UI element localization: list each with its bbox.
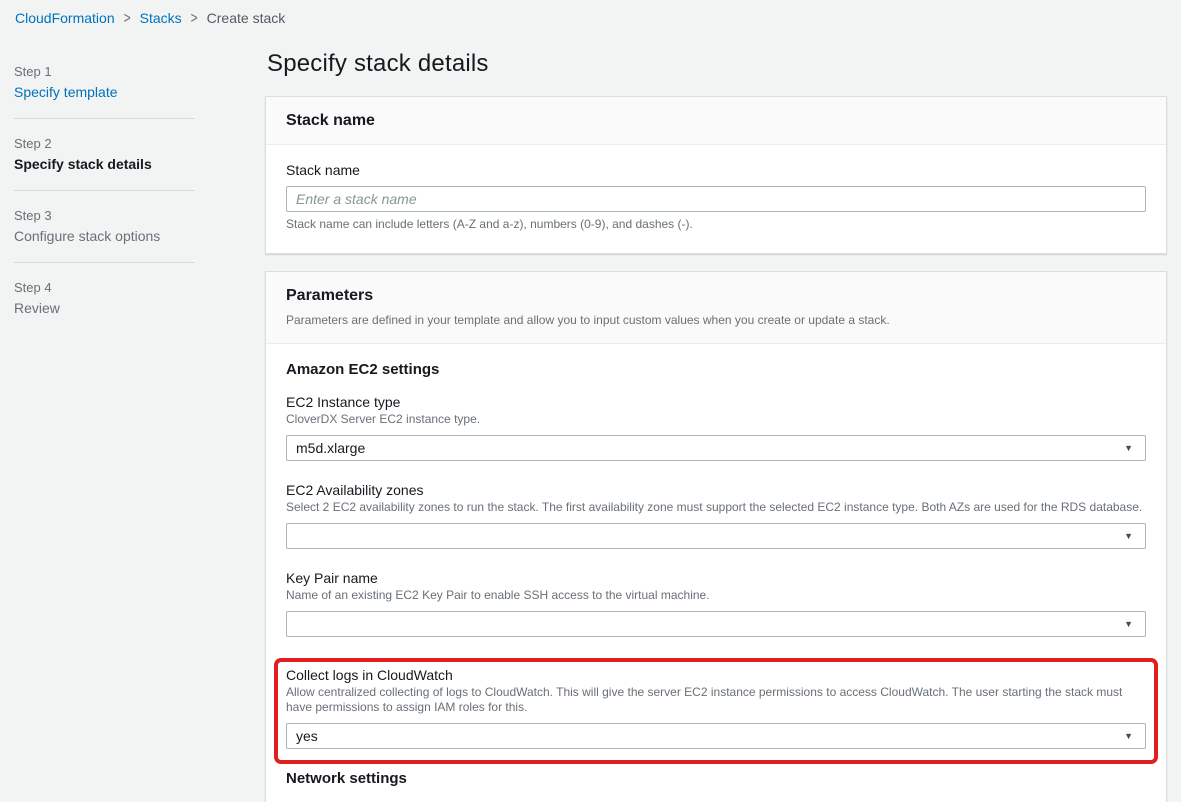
stack-name-help-text: Stack name can include letters (A-Z and … — [286, 217, 1146, 231]
breadcrumb-link-stacks[interactable]: Stacks — [140, 10, 182, 26]
stack-name-card-title: Stack name — [286, 112, 1146, 130]
field-key-pair-name: Key Pair name Name of an existing EC2 Ke… — [286, 570, 1146, 637]
steps-nav-item-review: Review — [14, 300, 195, 316]
ec2-availability-zones-select[interactable]: ▼ — [286, 523, 1146, 549]
breadcrumb-current: Create stack — [207, 10, 286, 26]
ec2-instance-type-label: EC2 Instance type — [286, 394, 1146, 410]
step-number: Step 4 — [14, 280, 195, 295]
network-settings-section-title: Network settings — [286, 770, 1146, 787]
field-ec2-instance-type: EC2 Instance type CloverDX Server EC2 in… — [286, 394, 1146, 461]
steps-nav-step-3: Step 3 Configure stack options — [14, 208, 195, 244]
stack-name-card-body: Stack name Stack name can include letter… — [266, 145, 1166, 253]
breadcrumb-separator-icon: > — [124, 9, 131, 27]
collect-logs-cloudwatch-description: Allow centralized collecting of logs to … — [286, 685, 1146, 715]
divider — [14, 190, 195, 191]
stack-name-card: Stack name Stack name Stack name can inc… — [265, 96, 1167, 254]
steps-nav-item-specify-stack-details: Specify stack details — [14, 156, 195, 172]
create-stack-page: CloudFormation > Stacks > Create stack S… — [0, 0, 1181, 802]
ec2-settings-section-title: Amazon EC2 settings — [286, 361, 1146, 378]
divider — [14, 118, 195, 119]
chevron-down-icon: ▼ — [1124, 731, 1133, 741]
ec2-instance-type-select[interactable]: m5d.xlarge ▼ — [286, 435, 1146, 461]
parameters-card-title: Parameters — [286, 287, 1146, 305]
breadcrumb-link-cloudformation[interactable]: CloudFormation — [15, 10, 115, 26]
ec2-availability-zones-label: EC2 Availability zones — [286, 482, 1146, 498]
main-content: Specify stack details Stack name Stack n… — [265, 50, 1167, 802]
chevron-down-icon: ▼ — [1124, 531, 1133, 541]
field-collect-logs-cloudwatch: Collect logs in CloudWatch Allow central… — [286, 667, 1146, 749]
divider — [14, 262, 195, 263]
collect-logs-cloudwatch-label: Collect logs in CloudWatch — [286, 667, 1146, 683]
key-pair-name-select[interactable]: ▼ — [286, 611, 1146, 637]
highlight-annotation-box: Collect logs in CloudWatch Allow central… — [274, 658, 1158, 764]
steps-nav-step-4: Step 4 Review — [14, 280, 195, 316]
collect-logs-cloudwatch-select[interactable]: yes ▼ — [286, 723, 1146, 749]
steps-nav-item-configure-stack-options: Configure stack options — [14, 228, 195, 244]
chevron-down-icon: ▼ — [1124, 443, 1133, 453]
key-pair-name-description: Name of an existing EC2 Key Pair to enab… — [286, 588, 1146, 603]
steps-nav-item-specify-template[interactable]: Specify template — [14, 84, 195, 100]
parameters-card-header: Parameters Parameters are defined in you… — [266, 272, 1166, 344]
steps-nav-step-1: Step 1 Specify template — [14, 64, 195, 100]
step-number: Step 2 — [14, 136, 195, 151]
breadcrumb: CloudFormation > Stacks > Create stack — [0, 0, 1181, 26]
page-title: Specify stack details — [267, 50, 1167, 78]
steps-nav: Step 1 Specify template Step 2 Specify s… — [14, 64, 195, 802]
breadcrumb-separator-icon: > — [191, 9, 198, 27]
stack-name-card-header: Stack name — [266, 97, 1166, 145]
ec2-instance-type-description: CloverDX Server EC2 instance type. — [286, 412, 1146, 427]
ec2-availability-zones-description: Select 2 EC2 availability zones to run t… — [286, 500, 1146, 515]
stack-name-input[interactable] — [286, 186, 1146, 212]
stack-name-label: Stack name — [286, 162, 1146, 178]
field-ec2-availability-zones: EC2 Availability zones Select 2 EC2 avai… — [286, 482, 1146, 549]
ec2-instance-type-value: m5d.xlarge — [296, 440, 365, 456]
step-number: Step 3 — [14, 208, 195, 223]
parameters-card: Parameters Parameters are defined in you… — [265, 271, 1167, 802]
collect-logs-cloudwatch-value: yes — [296, 728, 318, 744]
parameters-card-description: Parameters are defined in your template … — [286, 312, 1146, 329]
chevron-down-icon: ▼ — [1124, 619, 1133, 629]
step-number: Step 1 — [14, 64, 195, 79]
key-pair-name-label: Key Pair name — [286, 570, 1146, 586]
steps-nav-step-2: Step 2 Specify stack details — [14, 136, 195, 172]
parameters-card-body: Amazon EC2 settings EC2 Instance type Cl… — [266, 344, 1166, 802]
